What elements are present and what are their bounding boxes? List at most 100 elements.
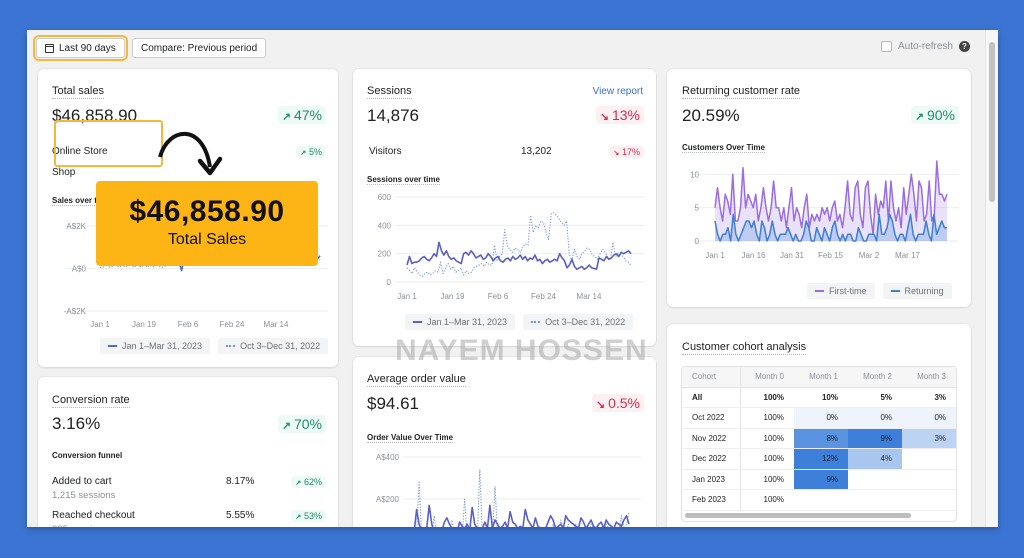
x-tick-label: Feb 15 <box>818 251 843 260</box>
cohort-row: Jan 2023 100% 9% <box>682 469 956 490</box>
cohort-value-cell: 4% <box>848 448 902 470</box>
returning-title[interactable]: Returning customer rate <box>682 85 800 99</box>
legend-current-label: Jan 1–Mar 31, 2023 <box>427 317 508 327</box>
y-tick-label: 5 <box>695 204 700 213</box>
x-tick-label: Feb 6 <box>488 292 509 301</box>
arrow-down-right-icon: ↘ <box>613 150 619 157</box>
sales-legend: Jan 1–Mar 31, 2023 Oct 3–Dec 31, 2022 <box>100 338 329 354</box>
breakdown-online-store-delta-value: 5% <box>308 147 322 157</box>
horizontal-scrollbar[interactable] <box>685 513 911 518</box>
legend-previous-label: Oct 3–Dec 31, 2022 <box>240 341 321 351</box>
cohort-row: Dec 2022 100% 12% 4% <box>682 448 956 470</box>
cohort-value-cell: 5% <box>848 387 902 408</box>
legend-current-period[interactable]: Jan 1–Mar 31, 2023 <box>100 338 211 354</box>
average-order-value-card: Average order value $94.61 ↘ 0.5% Order V… <box>353 357 656 527</box>
solid-line-swatch <box>413 321 422 323</box>
series-line-current <box>406 241 632 271</box>
scrollbar-thumb[interactable] <box>989 42 995 202</box>
legend-first-time[interactable]: First-time <box>807 283 875 299</box>
analytics-window: Last 90 days Compare: Previous period Au… <box>27 30 998 527</box>
cohort-value-cell <box>902 448 956 470</box>
first-time-swatch <box>815 290 824 292</box>
series-line-current <box>413 504 630 527</box>
aov-delta: ↘ 0.5% <box>592 394 644 412</box>
returning-delta: ↗ 90% <box>911 106 959 124</box>
funnel-added-to-cart-label: Added to cart <box>52 476 112 487</box>
conversion-rate-title[interactable]: Conversion rate <box>52 394 130 408</box>
total-sales-title[interactable]: Total sales <box>52 85 104 99</box>
legend-previous-period[interactable]: Oct 3–Dec 31, 2022 <box>218 338 329 354</box>
legend-previous-period[interactable]: Oct 3–Dec 31, 2022 <box>523 314 634 330</box>
total-sales-delta-value: 47% <box>293 107 322 123</box>
x-tick-label: Mar 17 <box>895 251 920 260</box>
total-sales-card: Total sales $46,858.90 ↗ 47% Online Store… <box>38 69 338 367</box>
sessions-delta-value: 13% <box>611 107 640 123</box>
arrow-up-right-icon: ↗ <box>282 420 291 432</box>
cohort-header: Month 2 <box>848 367 902 388</box>
date-range-button[interactable]: Last 90 days <box>33 35 128 61</box>
arrow-down-right-icon: ↘ <box>596 399 606 411</box>
y-tick-label: 0 <box>695 237 700 246</box>
arrow-up-right-icon: ↗ <box>295 480 301 487</box>
funnel-reached-checkout-label: Reached checkout <box>52 510 135 521</box>
conversion-rate-delta: ↗ 70% <box>278 415 326 433</box>
help-icon[interactable]: ? <box>959 41 970 52</box>
cohort-value-cell <box>848 489 902 511</box>
conversion-rate-value: 3.16% <box>52 414 101 433</box>
dotted-line-swatch <box>226 345 236 347</box>
cohort-label-cell: Dec 2022 <box>682 448 741 470</box>
compare-label: Compare: Previous period <box>141 42 258 54</box>
auto-refresh-label: Auto-refresh <box>897 41 953 52</box>
cohort-row: Nov 2022 100% 8% 9% 3% <box>682 428 956 449</box>
returning-swatch <box>890 290 900 292</box>
x-tick-label: Jan 1 <box>90 320 110 329</box>
legend-returning[interactable]: Returning <box>882 283 952 299</box>
funnel-reached-checkout-sessions: 825 sessions <box>52 524 107 527</box>
cohort-value-cell: 10% <box>794 387 848 408</box>
compare-button[interactable]: Compare: Previous period <box>132 38 267 58</box>
cohort-label-cell: Oct 2022 <box>682 407 741 429</box>
view-report-link[interactable]: View report <box>593 86 643 97</box>
x-tick-label: Jan 19 <box>440 292 465 301</box>
cohort-table: Cohort Month 0 Month 1 Month 2 Month 3 A… <box>682 367 956 511</box>
aov-title[interactable]: Average order value <box>367 373 466 387</box>
x-tick-label: Mar 14 <box>264 320 289 329</box>
sessions-title[interactable]: Sessions <box>367 85 412 99</box>
arrow-up-right-icon: ↗ <box>915 111 924 123</box>
aov-chart: A$400 A$200 <box>376 453 641 527</box>
sessions-legend: Jan 1–Mar 31, 2023 Oct 3–Dec 31, 2022 <box>405 314 634 330</box>
cohort-value-cell: 100% <box>740 428 794 449</box>
y-tick-label: 0 <box>387 278 392 287</box>
y-tick-label: 600 <box>378 193 392 202</box>
vertical-scrollbar[interactable] <box>985 30 998 527</box>
funnel-added-to-cart-delta-value: 62% <box>303 477 322 487</box>
legend-current-label: Jan 1–Mar 31, 2023 <box>122 341 203 351</box>
cohort-value-cell: 100% <box>740 387 794 408</box>
customers-chart: 10 5 0 Jan 1 Jan 16 Jan 31 Feb 15 Mar 2 Mar 17 <box>690 160 959 260</box>
auto-refresh-checkbox[interactable] <box>880 41 892 52</box>
y-tick-label: -A$2K <box>64 307 87 316</box>
callout-value: $46,858.90 <box>129 195 285 228</box>
cohort-value-cell <box>902 469 956 490</box>
conversion-rate-card: Conversion rate 3.16% ↗ 70% Conversion fu… <box>38 377 338 527</box>
callout-arrow-icon <box>158 131 223 176</box>
funnel-reached-checkout-delta: ↗ 53% <box>291 510 326 522</box>
legend-returning-label: Returning <box>904 286 944 296</box>
legend-current-period[interactable]: Jan 1–Mar 31, 2023 <box>405 314 516 330</box>
conversion-funnel-title: Conversion funnel <box>52 451 123 460</box>
cohort-value-cell: 3% <box>902 428 956 449</box>
funnel-reached-checkout-delta-value: 53% <box>303 511 322 521</box>
sessions-chart-title: Sessions over time <box>367 175 440 185</box>
visitors-label: Visitors <box>369 146 402 157</box>
breakdown-online-store-delta: ↗ 5% <box>296 146 326 158</box>
toolbar: Last 90 days Compare: Previous period Au… <box>27 30 998 66</box>
y-tick-label: 400 <box>378 221 392 230</box>
cohort-title[interactable]: Customer cohort analysis <box>682 341 807 355</box>
arrow-up-right-icon: ↗ <box>282 111 291 123</box>
dotted-line-swatch <box>531 321 541 323</box>
aov-value: $94.61 <box>367 394 419 413</box>
cohort-row: Oct 2022 100% 0% 0% 0% <box>682 407 956 429</box>
solid-line-swatch <box>108 345 117 347</box>
calendar-icon <box>45 43 54 53</box>
cohort-label-cell: Feb 2023 <box>682 489 741 511</box>
